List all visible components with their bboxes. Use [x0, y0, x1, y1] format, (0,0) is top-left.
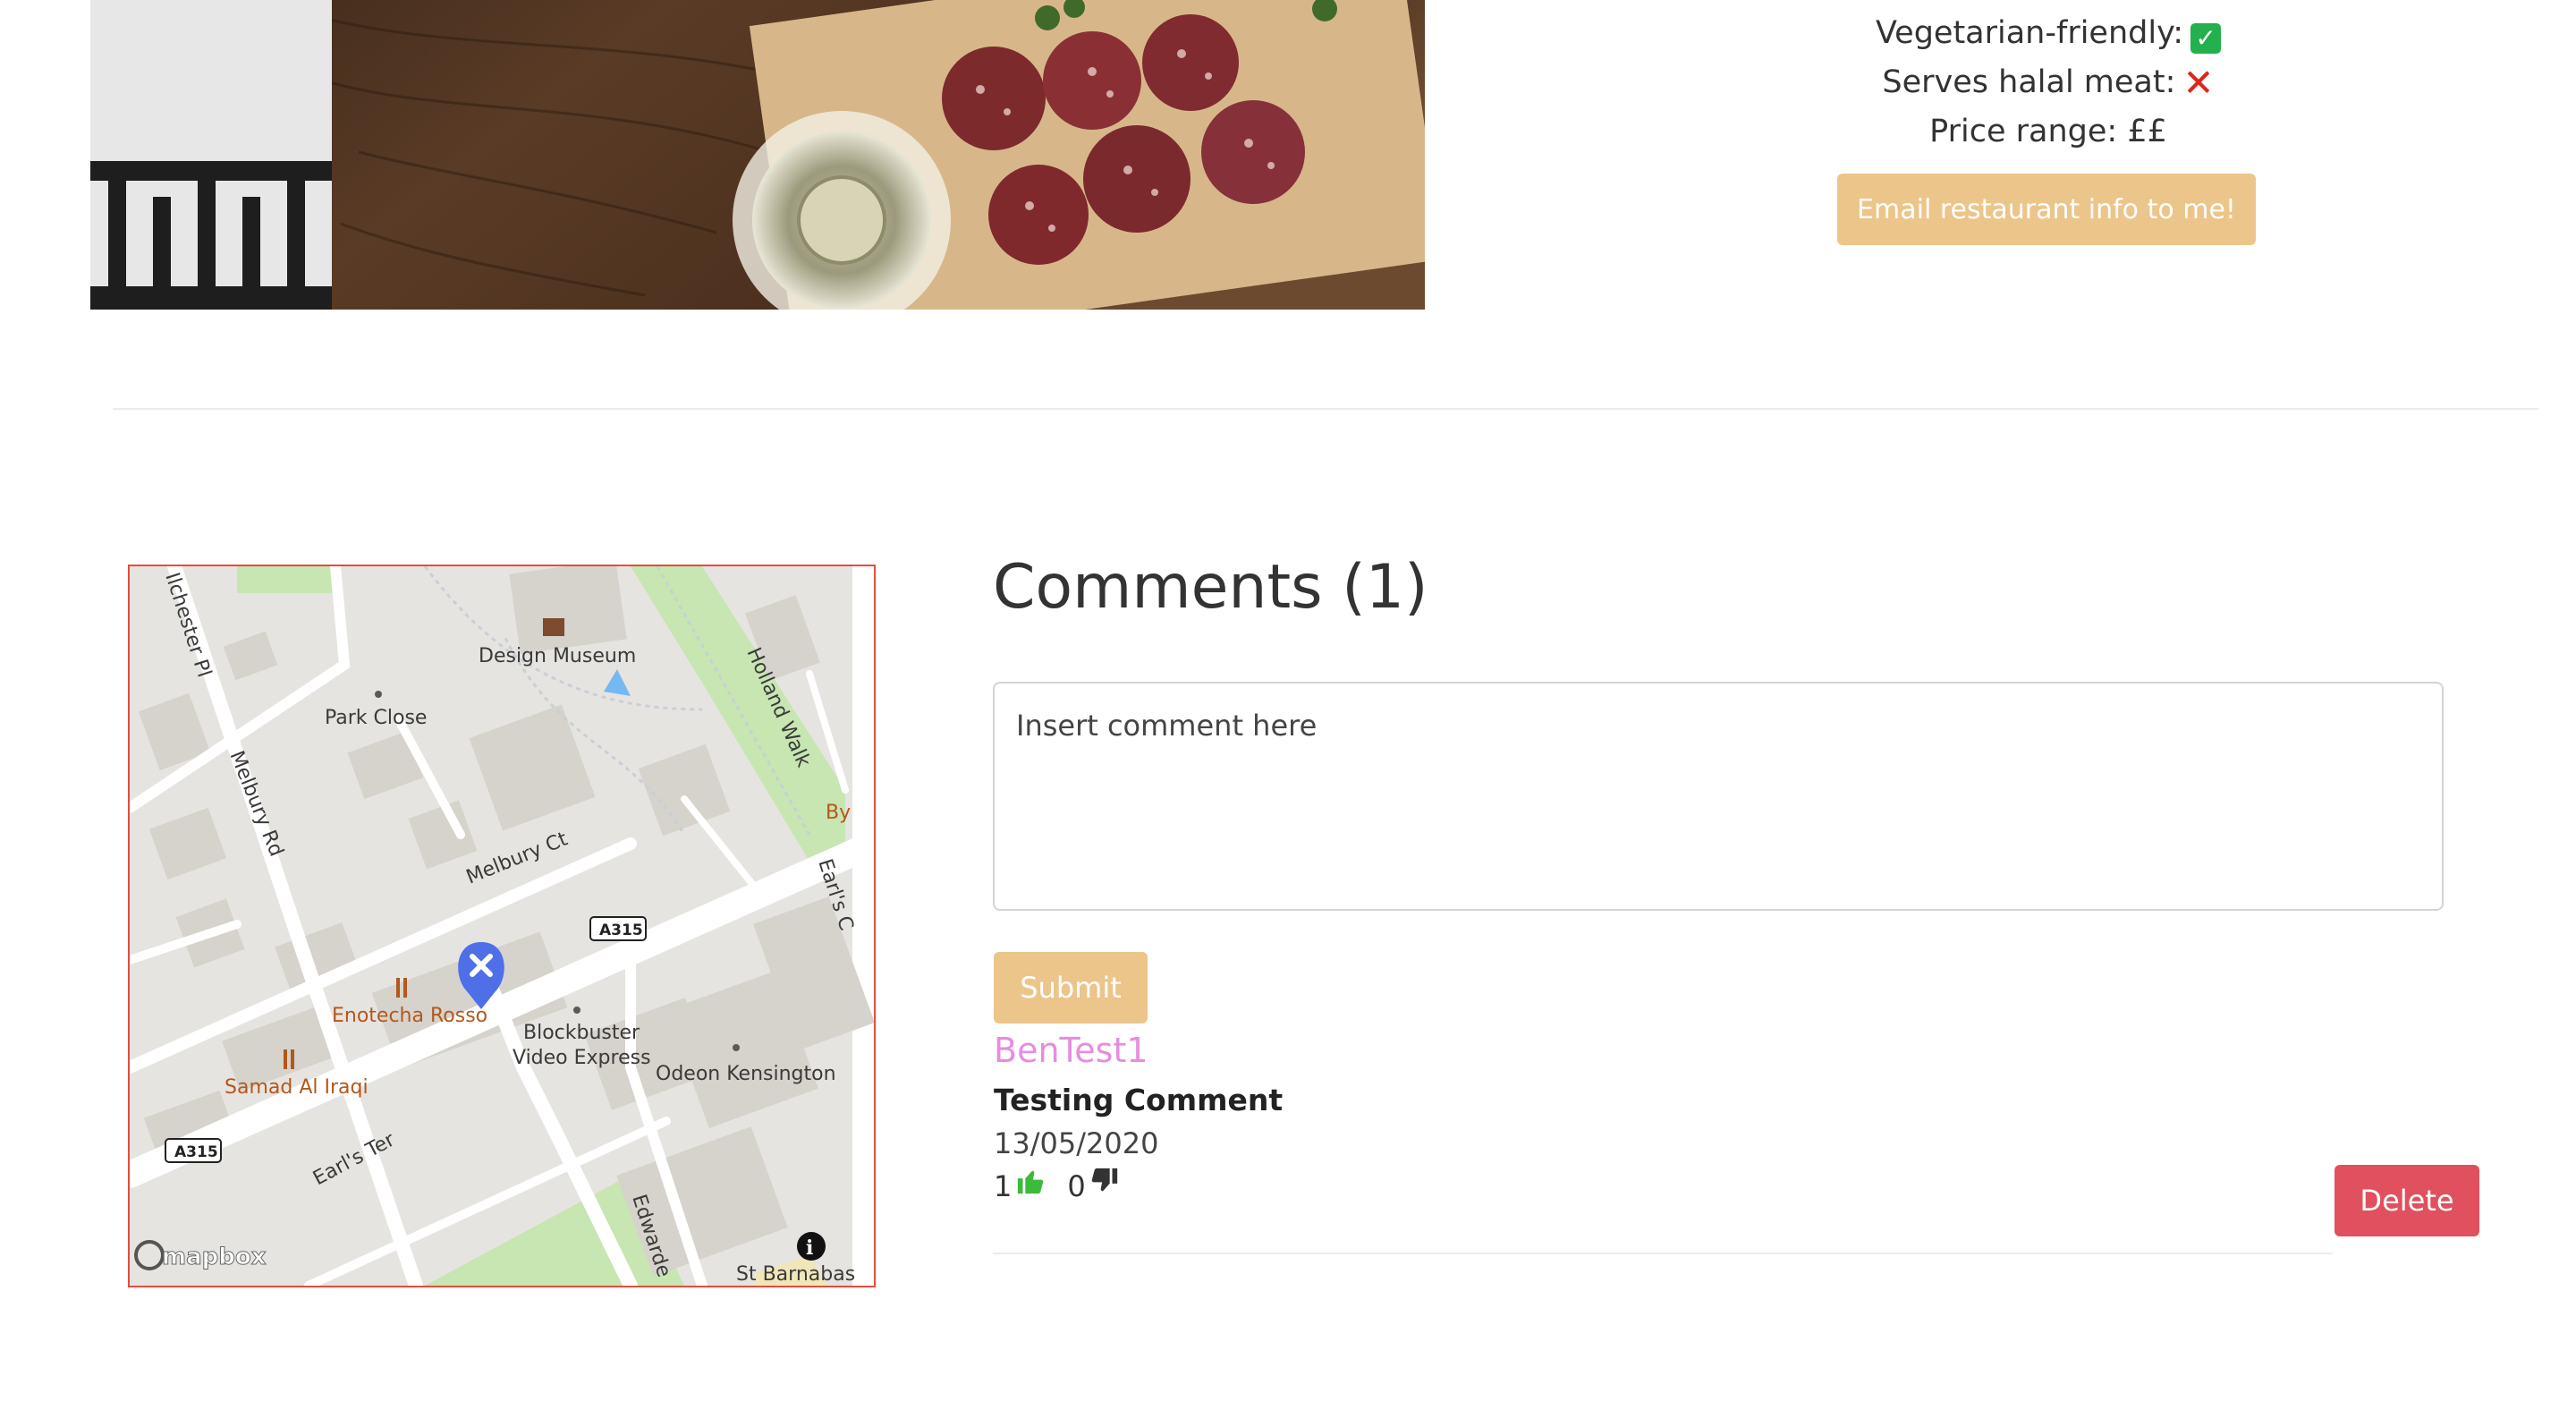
thumbs-down-icon[interactable]: [1089, 1165, 1120, 1208]
map-label-samad-al-iraqi: Samad Al Iraqi: [225, 1076, 369, 1099]
map-label-odeon: Odeon Kensington: [656, 1063, 836, 1085]
mapbox-brand: mapbox: [162, 1244, 267, 1270]
comment-date: 13/05/2020: [994, 1126, 1159, 1160]
restaurant-photo: [90, 0, 1425, 310]
comment-input[interactable]: [993, 682, 2444, 911]
delete-comment-button[interactable]: Delete: [2334, 1165, 2479, 1236]
map-label-st-barnabas: St Barnabas: [736, 1263, 855, 1286]
email-info-button[interactable]: Email restaurant info to me!: [1837, 174, 2256, 245]
svg-text:i: i: [806, 1236, 813, 1260]
map-label-a315: A315: [599, 922, 643, 939]
cross-mark-icon: ✕: [2182, 61, 2215, 105]
thumbs-up-icon[interactable]: [1015, 1165, 1046, 1208]
map-label-a315-2: A315: [174, 1143, 218, 1161]
map-label-enotecha-rosso: Enotecha Rosso: [332, 1005, 487, 1027]
comment-author[interactable]: BenTest1: [994, 1027, 1148, 1074]
map-label-blockbuster: Blockbuster: [523, 1022, 640, 1044]
section-divider: [113, 408, 2538, 410]
map-label-park-close: Park Close: [325, 707, 427, 729]
comment-divider: [993, 1253, 2333, 1254]
map-label-by: By: [826, 802, 851, 824]
halal-info: Serves halal meat: ✕: [1682, 60, 2415, 105]
vegetarian-label: Vegetarian-friendly:: [1875, 15, 2184, 51]
halal-label: Serves halal meat:: [1882, 64, 2176, 100]
map-label-design-museum: Design Museum: [479, 645, 636, 667]
comments-title: Comments (1): [993, 552, 1428, 623]
map-attribution-info-icon[interactable]: i: [797, 1232, 826, 1261]
dislike-count: 0: [1067, 1169, 1086, 1203]
comment-text: Testing Comment: [994, 1083, 1284, 1117]
price-range: Price range: ££: [1929, 114, 2167, 149]
vegetarian-info: Vegetarian-friendly: ✓: [1682, 11, 2415, 55]
like-count: 1: [994, 1169, 1013, 1203]
like-button[interactable]: 1: [994, 1165, 1046, 1208]
submit-comment-button[interactable]: Submit: [994, 952, 1148, 1024]
map-label-video-express: Video Express: [513, 1047, 651, 1069]
dislike-button[interactable]: 0: [1067, 1165, 1119, 1208]
vote-row: 1 0: [994, 1165, 1141, 1208]
check-mark-icon: ✓: [2190, 23, 2222, 54]
location-map[interactable]: Design Museum Park Close Ilchester Pl Me…: [128, 565, 876, 1287]
